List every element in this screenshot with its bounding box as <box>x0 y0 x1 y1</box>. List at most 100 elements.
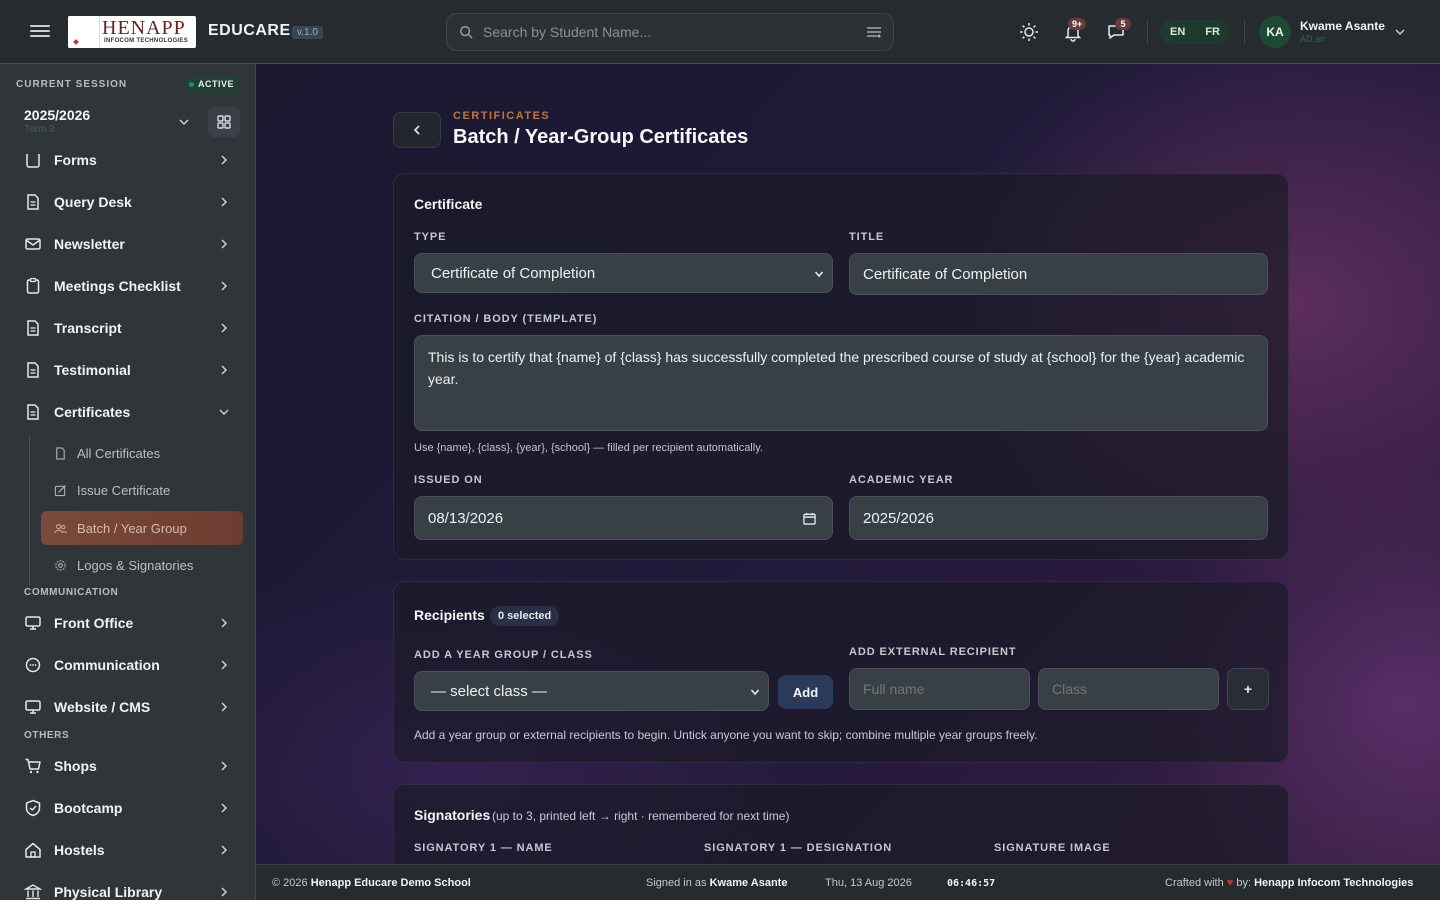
issued-on-date-input[interactable]: 08/13/2026 <box>414 496 833 540</box>
sidebar-item-newsletter[interactable]: Newsletter <box>8 225 246 263</box>
chat-icon <box>25 657 41 673</box>
monitor-icon <box>25 616 41 630</box>
add-year-group-button[interactable]: Add <box>778 675 833 709</box>
chevron-right-icon <box>221 197 228 207</box>
citation-textarea[interactable]: This is to certify that {name} of {class… <box>414 335 1268 431</box>
card-title: Recipients <box>414 607 485 623</box>
sidebar-item-transcript[interactable]: Transcript <box>8 309 246 347</box>
sidebar-item-certificates[interactable]: Certificates <box>8 393 246 431</box>
issued-on-label: ISSUED ON <box>414 474 483 486</box>
grid-icon <box>217 115 231 129</box>
signatories-card: Signatories (up to 3, printed left → rig… <box>393 784 1289 864</box>
session-label: CURRENT SESSION <box>16 79 128 90</box>
users-icon <box>54 523 67 533</box>
academic-year-value: 2025/2026 <box>863 509 934 527</box>
full-name-input[interactable] <box>849 668 1030 710</box>
academic-year-input[interactable]: 2025/2026 <box>849 496 1268 540</box>
signatory-designation-label: SIGNATORY 1 — DESIGNATION <box>704 842 893 854</box>
language-switch: EN FR <box>1160 20 1230 44</box>
lang-en-button[interactable]: EN <box>1170 26 1185 38</box>
logo-subtext: INFOCOM TECHNOLOGIES <box>104 38 188 44</box>
app-brand: EDUCARE <box>208 22 291 39</box>
type-select[interactable]: Certificate of Completion <box>414 253 833 293</box>
signatories-subtitle: (up to 3, printed left → right · remembe… <box>492 809 790 823</box>
chevron-down-icon[interactable] <box>178 116 190 128</box>
grid-button[interactable] <box>208 107 240 137</box>
chevron-down-icon <box>219 409 229 416</box>
footer-copyright: © 2026 Henapp Educare Demo School <box>272 877 471 889</box>
document-icon <box>27 404 39 420</box>
clipboard-icon <box>26 277 40 294</box>
sidebar-item-label: Website / CMS <box>54 699 151 715</box>
title-input[interactable]: Certificate of Completion <box>849 253 1268 295</box>
menu-toggle-icon[interactable] <box>30 22 50 42</box>
recipients-hint: Add a year group or external recipients … <box>414 728 1038 742</box>
sidebar-item-meetings-checklist[interactable]: Meetings Checklist <box>8 267 246 305</box>
sun-icon[interactable] <box>1019 22 1039 42</box>
section-title-others: OTHERS <box>24 730 70 741</box>
calendar-icon[interactable] <box>803 512 816 525</box>
footer-signed-in: Signed in as Kwame Asante <box>646 877 787 889</box>
page-title: Batch / Year-Group Certificates <box>453 126 749 148</box>
signatory-name-label: SIGNATORY 1 — NAME <box>414 842 553 854</box>
chevron-right-icon <box>221 155 228 165</box>
sidebar-item-front-office[interactable]: Front Office <box>8 604 246 642</box>
footer-time: 06:46:57 <box>947 878 996 889</box>
mail-icon <box>25 238 41 250</box>
sidebar-subitem-issue-certificate[interactable]: Issue Certificate <box>44 473 242 507</box>
crafted-by: by: <box>1236 877 1252 889</box>
type-select-value: Certificate of Completion <box>431 264 596 282</box>
year-group-select[interactable]: — select class — <box>414 671 769 711</box>
sidebar-subitem-batch-year-group[interactable]: Batch / Year Group <box>41 511 243 545</box>
sidebar-subitem-label: Logos & Signatories <box>77 557 194 573</box>
notifications-badge: 9+ <box>1068 18 1087 30</box>
status-badge: ACTIVE <box>184 76 241 93</box>
search-input[interactable] <box>483 14 863 50</box>
sidebar-subitem-logos-signatories[interactable]: Logos & Signatories <box>44 548 242 582</box>
chevron-right-icon <box>221 323 228 333</box>
shield-icon <box>25 799 41 817</box>
filter-icon[interactable] <box>867 26 881 38</box>
sidebar-subitem-all-certificates[interactable]: All Certificates <box>44 436 242 470</box>
sidebar-item-hostels[interactable]: Hostels <box>8 831 246 869</box>
citation-hint: Use {name}, {class}, {year}, {school} — … <box>414 442 763 454</box>
lang-fr-button[interactable]: FR <box>1205 26 1220 38</box>
topbar-divider <box>1244 20 1245 44</box>
chevron-left-icon <box>413 125 420 135</box>
sidebar-item-communication[interactable]: Communication <box>8 646 246 684</box>
session-year[interactable]: 2025/2026 <box>24 107 90 123</box>
citation-label: CITATION / BODY (TEMPLATE) <box>414 313 598 325</box>
document-icon <box>56 446 65 460</box>
sidebar-item-testimonial[interactable]: Testimonial <box>8 351 246 389</box>
user-name[interactable]: Kwame Asante <box>1300 19 1385 33</box>
document-icon <box>27 362 39 378</box>
monitor-icon <box>25 700 41 714</box>
sidebar-item-label: Query Desk <box>54 194 132 210</box>
sidebar-item-label: Certificates <box>54 404 131 420</box>
chevron-right-icon <box>221 239 228 249</box>
back-button[interactable] <box>393 112 441 148</box>
chevron-right-icon <box>221 761 228 771</box>
chevron-right-icon <box>221 365 228 375</box>
signed-user: Kwame Asante <box>709 877 788 889</box>
chevron-down-icon[interactable] <box>1394 26 1406 38</box>
sidebar-item-label: Communication <box>54 657 160 673</box>
sidebar-item-bootcamp[interactable]: Bootcamp <box>8 789 246 827</box>
sidebar-item-label: Physical Library <box>54 884 163 900</box>
cart-icon <box>25 758 41 774</box>
document-icon <box>27 320 39 336</box>
sidebar-item-website-cms[interactable]: Website / CMS <box>8 688 246 726</box>
sidebar-item-shops[interactable]: Shops <box>8 747 246 785</box>
library-icon <box>24 884 42 900</box>
avatar[interactable]: KA <box>1259 16 1291 48</box>
chevron-right-icon <box>221 281 228 291</box>
chevron-down-icon <box>814 271 824 278</box>
sidebar-item-physical-library[interactable]: Physical Library <box>8 873 246 900</box>
add-external-recipient-button[interactable]: + <box>1227 668 1269 710</box>
class-input[interactable] <box>1038 668 1219 710</box>
copyright-prefix: © 2026 <box>272 877 308 889</box>
sidebar-item-query-desk[interactable]: Query Desk <box>8 183 246 221</box>
session-panel: CURRENT SESSION ACTIVE 2025/2026 Term 3 <box>0 64 255 154</box>
citation-value: This is to certify that {name} of {class… <box>428 349 1245 387</box>
page-kicker: CERTIFICATES <box>453 110 551 122</box>
